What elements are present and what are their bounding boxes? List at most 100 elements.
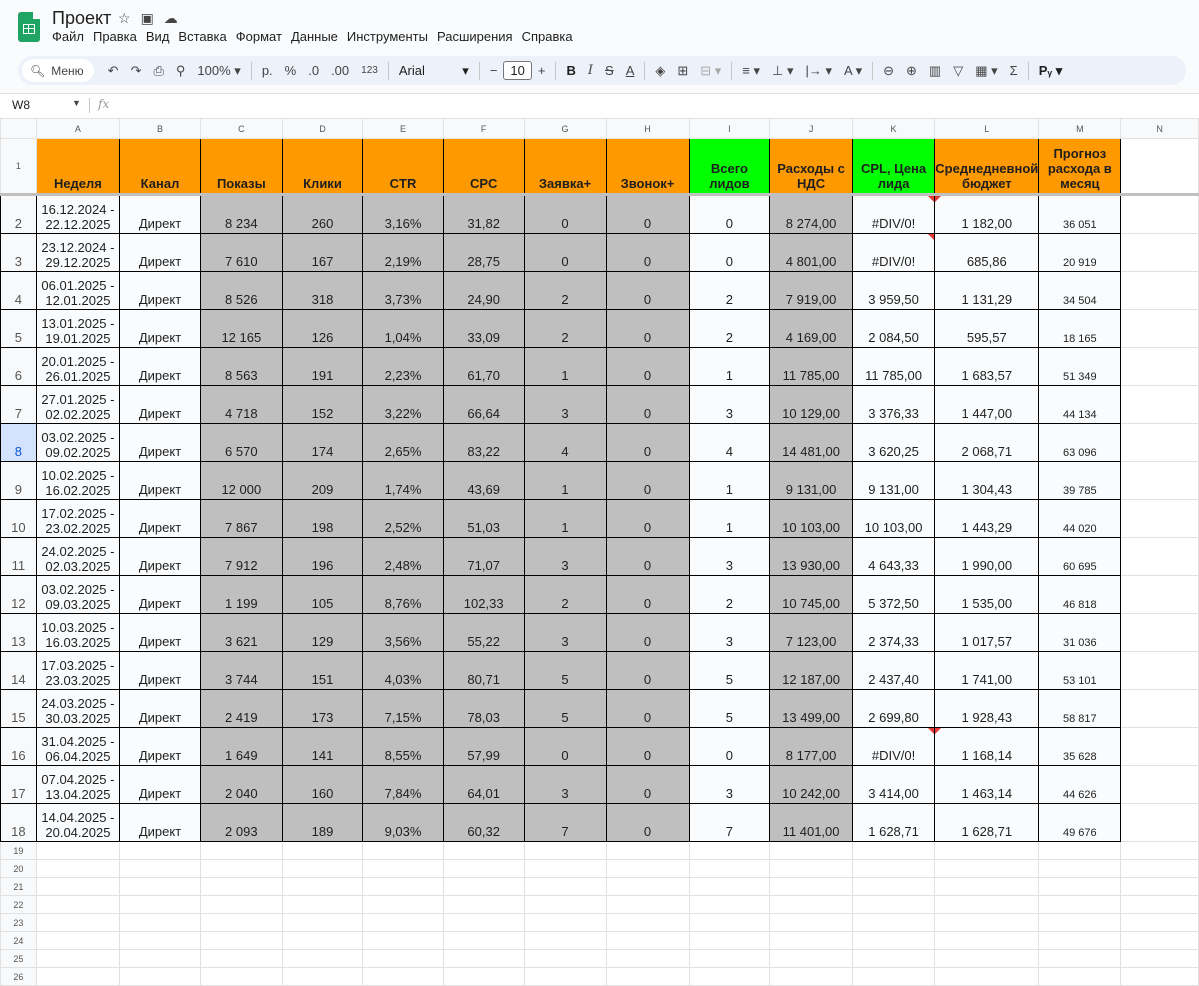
row-number[interactable]: 17 <box>0 765 37 804</box>
empty-cell[interactable] <box>35 949 121 968</box>
table-cell[interactable]: 61,70 <box>442 347 525 386</box>
table-cell[interactable]: 4 <box>523 423 607 462</box>
table-cell[interactable]: 11 785,00 <box>851 347 936 386</box>
table-cell[interactable]: 4 718 <box>200 385 283 424</box>
empty-cell[interactable] <box>1038 913 1122 932</box>
table-cell[interactable]: 10 103,00 <box>851 499 936 538</box>
table-cell[interactable]: 12 165 <box>200 309 283 348</box>
table-cell[interactable]: 0 <box>605 194 690 234</box>
table-cell[interactable]: 152 <box>281 385 364 424</box>
table-cell[interactable]: 1 <box>688 499 771 538</box>
borders-icon[interactable]: ⊞ <box>671 63 694 79</box>
empty-cell[interactable] <box>1120 271 1199 310</box>
empty-cell[interactable] <box>523 931 607 950</box>
menu-item[interactable]: Правка <box>93 29 137 44</box>
empty-cell[interactable] <box>1038 931 1122 950</box>
table-cell[interactable]: 7 867 <box>200 499 283 538</box>
font-select[interactable]: Arial ▾ <box>393 63 475 79</box>
table-cell[interactable]: 8,76% <box>362 575 444 614</box>
row-number[interactable]: 23 <box>0 913 37 932</box>
table-cell[interactable]: 0 <box>605 613 690 652</box>
row-number[interactable]: 24 <box>0 931 37 950</box>
table-cell[interactable]: 1 182,00 <box>934 194 1040 234</box>
table-cell[interactable]: 3 <box>523 537 607 576</box>
empty-cell[interactable] <box>281 949 364 968</box>
menu-search[interactable]: 🔍︎ Меню <box>22 59 94 82</box>
table-cell[interactable]: 3 <box>523 385 607 424</box>
table-cell[interactable]: 7 123,00 <box>769 613 853 652</box>
table-cell[interactable]: 595,57 <box>934 309 1040 348</box>
table-cell[interactable]: 2,48% <box>362 537 444 576</box>
table-cell[interactable]: 4 169,00 <box>769 309 853 348</box>
empty-cell[interactable] <box>119 913 202 932</box>
table-cell[interactable]: 0 <box>605 461 690 500</box>
empty-cell[interactable] <box>934 931 1040 950</box>
table-cell[interactable]: 23.12.2024 - 29.12.2025 <box>35 233 121 272</box>
table-cell[interactable]: 10.02.2025 - 16.02.2025 <box>35 461 121 500</box>
star-icon[interactable]: ☆ <box>118 10 131 27</box>
table-cell[interactable]: 2 068,71 <box>934 423 1040 462</box>
table-cell[interactable]: 5 372,50 <box>851 575 936 614</box>
table-cell[interactable]: 260 <box>281 194 364 234</box>
table-cell[interactable]: 60,32 <box>442 803 525 842</box>
merge-cells-icon[interactable]: ⊟ ▾ <box>694 63 727 79</box>
table-cell[interactable]: 0 <box>605 689 690 728</box>
empty-cell[interactable] <box>1120 537 1199 576</box>
table-cell[interactable]: 13 930,00 <box>769 537 853 576</box>
table-cell[interactable]: 12 187,00 <box>769 651 853 690</box>
row-number[interactable]: 6 <box>0 347 37 386</box>
table-cell[interactable]: 1 443,29 <box>934 499 1040 538</box>
table-cell[interactable]: #DIV/0! <box>851 233 936 272</box>
empty-cell[interactable] <box>688 895 771 914</box>
table-cell[interactable]: 0 <box>688 727 771 766</box>
table-cell[interactable]: 0 <box>605 651 690 690</box>
column-header[interactable]: K <box>851 118 936 139</box>
empty-cell[interactable] <box>281 877 364 896</box>
empty-cell[interactable] <box>362 913 444 932</box>
table-cell[interactable]: 83,22 <box>442 423 525 462</box>
empty-cell[interactable] <box>200 859 283 878</box>
table-cell[interactable]: 34 504 <box>1038 271 1122 310</box>
table-cell[interactable]: 10 129,00 <box>769 385 853 424</box>
column-header[interactable]: I <box>688 118 771 139</box>
table-cell[interactable]: 105 <box>281 575 364 614</box>
row-number[interactable]: 8 <box>0 423 37 462</box>
column-header[interactable]: F <box>442 118 525 139</box>
select-all-corner[interactable] <box>0 118 37 139</box>
column-header[interactable]: C <box>200 118 283 139</box>
empty-cell[interactable] <box>769 841 853 860</box>
table-cell[interactable]: 4,03% <box>362 651 444 690</box>
empty-cell[interactable] <box>35 877 121 896</box>
empty-cell[interactable] <box>35 931 121 950</box>
empty-cell[interactable] <box>1120 461 1199 500</box>
font-size-decrease-button[interactable]: − <box>484 63 504 78</box>
menu-item[interactable]: Формат <box>236 29 282 44</box>
row-number[interactable]: 25 <box>0 949 37 968</box>
strikethrough-icon[interactable]: S <box>599 63 620 78</box>
empty-cell[interactable] <box>688 967 771 986</box>
table-cell[interactable]: 8 234 <box>200 194 283 234</box>
table-cell[interactable]: 4 643,33 <box>851 537 936 576</box>
vertical-align-icon[interactable]: ⊥ ▾ <box>766 63 799 79</box>
row-number[interactable]: 15 <box>0 689 37 728</box>
empty-cell[interactable] <box>769 895 853 914</box>
table-cell[interactable]: 14 481,00 <box>769 423 853 462</box>
table-cell[interactable]: 51,03 <box>442 499 525 538</box>
table-cell[interactable]: 64,01 <box>442 765 525 804</box>
decrease-decimal-button[interactable]: .0 <box>302 63 325 78</box>
table-cell[interactable]: 80,71 <box>442 651 525 690</box>
table-cell[interactable]: 16.12.2024 - 22.12.2025 <box>35 194 121 234</box>
table-cell[interactable]: 06.01.2025 - 12.01.2025 <box>35 271 121 310</box>
table-cell[interactable]: 3 <box>523 613 607 652</box>
table-cell[interactable]: 17.03.2025 - 23.03.2025 <box>35 651 121 690</box>
table-cell[interactable]: 1 <box>523 461 607 500</box>
name-box[interactable]: W8 <box>12 98 30 112</box>
text-color-button[interactable]: A <box>620 63 641 78</box>
empty-cell[interactable] <box>934 877 1040 896</box>
table-cell[interactable]: 9 131,00 <box>851 461 936 500</box>
table-cell[interactable]: 102,33 <box>442 575 525 614</box>
redo-icon[interactable]: ↷ <box>125 63 148 79</box>
table-cell[interactable]: 44 134 <box>1038 385 1122 424</box>
table-cell[interactable]: 7 912 <box>200 537 283 576</box>
table-cell[interactable]: 1 017,57 <box>934 613 1040 652</box>
